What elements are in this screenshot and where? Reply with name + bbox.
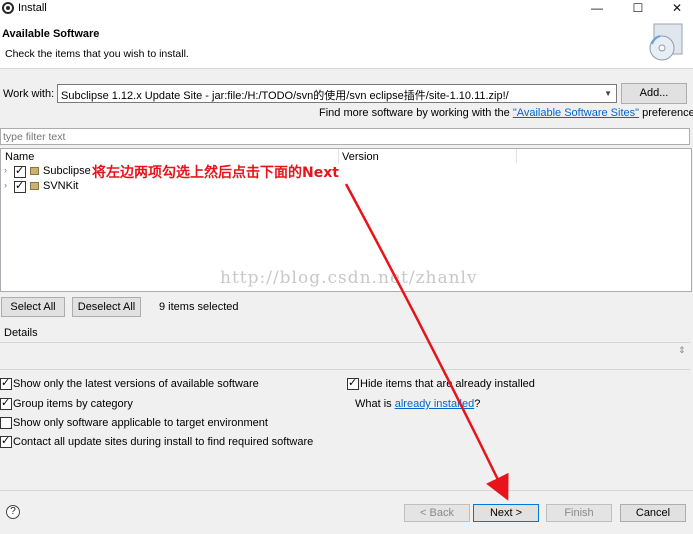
- option-target-env[interactable]: Show only software applicable to target …: [0, 417, 270, 431]
- tree-row-label: SVNKit: [43, 180, 79, 192]
- what-is-installed-text: What is already installed?: [355, 398, 480, 410]
- what-is-prefix: What is: [355, 398, 395, 410]
- work-with-value: Subclipse 1.12.x Update Site - jar:file:…: [61, 90, 509, 102]
- package-icon: [30, 167, 39, 175]
- help-icon[interactable]: ?: [6, 505, 20, 519]
- find-more-text: Find more software by working with the "…: [319, 107, 693, 119]
- maximize-button[interactable]: ☐: [626, 0, 650, 17]
- divider: [0, 490, 693, 491]
- available-sites-link[interactable]: "Available Software Sites": [513, 107, 639, 119]
- option-label: Contact all update sites during install …: [13, 436, 314, 448]
- what-is-suffix: ?: [474, 398, 481, 410]
- option-contact-sites[interactable]: Contact all update sites during install …: [0, 435, 314, 450]
- expand-arrow-icon[interactable]: ›: [4, 180, 7, 190]
- close-button[interactable]: ✕: [665, 0, 689, 17]
- option-label: Group items by category: [13, 398, 133, 410]
- deselect-all-button[interactable]: Deselect All: [72, 297, 141, 317]
- already-installed-link[interactable]: already installed: [395, 398, 475, 410]
- watermark: http://blog.csdn.net/zhanlv: [220, 268, 478, 288]
- column-separator[interactable]: [516, 149, 517, 163]
- hide-installed-checkbox[interactable]: [347, 377, 359, 390]
- find-more-prefix: Find more software by working with the: [319, 107, 513, 119]
- filter-input[interactable]: [0, 128, 690, 145]
- expand-arrow-icon[interactable]: ›: [4, 165, 7, 175]
- target-env-checkbox[interactable]: [0, 417, 12, 429]
- option-latest-only[interactable]: Show only the latest versions of availab…: [0, 377, 260, 392]
- selected-count: 9 items selected: [159, 301, 239, 313]
- column-header-version[interactable]: Version: [342, 151, 379, 163]
- svnkit-checkbox[interactable]: [14, 180, 26, 193]
- install-disc-icon: [649, 23, 683, 61]
- option-label: Hide items that are already installed: [360, 378, 535, 390]
- details-label: Details: [4, 327, 38, 339]
- work-with-label: Work with:: [3, 88, 55, 100]
- cancel-button[interactable]: Cancel: [620, 504, 686, 522]
- option-group-by-category[interactable]: Group items by category: [0, 397, 140, 412]
- chevron-down-icon[interactable]: ▼: [604, 89, 612, 98]
- details-area: [0, 342, 690, 370]
- back-button[interactable]: < Back: [404, 504, 470, 522]
- wizard-header: [0, 17, 693, 69]
- eclipse-app-icon: [2, 2, 14, 14]
- find-more-suffix: preferences.: [642, 107, 693, 119]
- next-button[interactable]: Next >: [473, 504, 539, 522]
- package-icon: [30, 182, 39, 190]
- add-site-button[interactable]: Add...: [621, 83, 687, 104]
- annotation-text: 将左边两项勾选上然后点击下面的Next: [92, 165, 339, 181]
- work-with-combo[interactable]: Subclipse 1.12.x Update Site - jar:file:…: [57, 84, 617, 103]
- minimize-button[interactable]: —: [585, 0, 609, 17]
- group-by-category-checkbox[interactable]: [0, 397, 12, 410]
- finish-button[interactable]: Finish: [546, 504, 612, 522]
- column-separator[interactable]: [338, 149, 339, 163]
- option-label: Show only the latest versions of availab…: [13, 378, 259, 390]
- details-scroll-arrows-icon[interactable]: ⇕: [678, 345, 686, 356]
- option-label: Show only software applicable to target …: [13, 417, 268, 429]
- subclipse-checkbox[interactable]: [14, 165, 26, 178]
- column-header-name[interactable]: Name: [5, 151, 34, 163]
- page-title: Available Software: [2, 28, 100, 40]
- contact-sites-checkbox[interactable]: [0, 435, 12, 448]
- tree-row-svnkit[interactable]: › SVNKit: [4, 180, 84, 194]
- tree-row-subclipse[interactable]: › Subclipse: [4, 165, 91, 179]
- page-subtitle: Check the items that you wish to install…: [5, 48, 189, 60]
- option-hide-installed[interactable]: Hide items that are already installed: [347, 377, 537, 392]
- window-title: Install: [18, 2, 47, 14]
- latest-only-checkbox[interactable]: [0, 377, 12, 390]
- tree-row-label: Subclipse: [43, 165, 91, 177]
- select-all-button[interactable]: Select All: [1, 297, 65, 317]
